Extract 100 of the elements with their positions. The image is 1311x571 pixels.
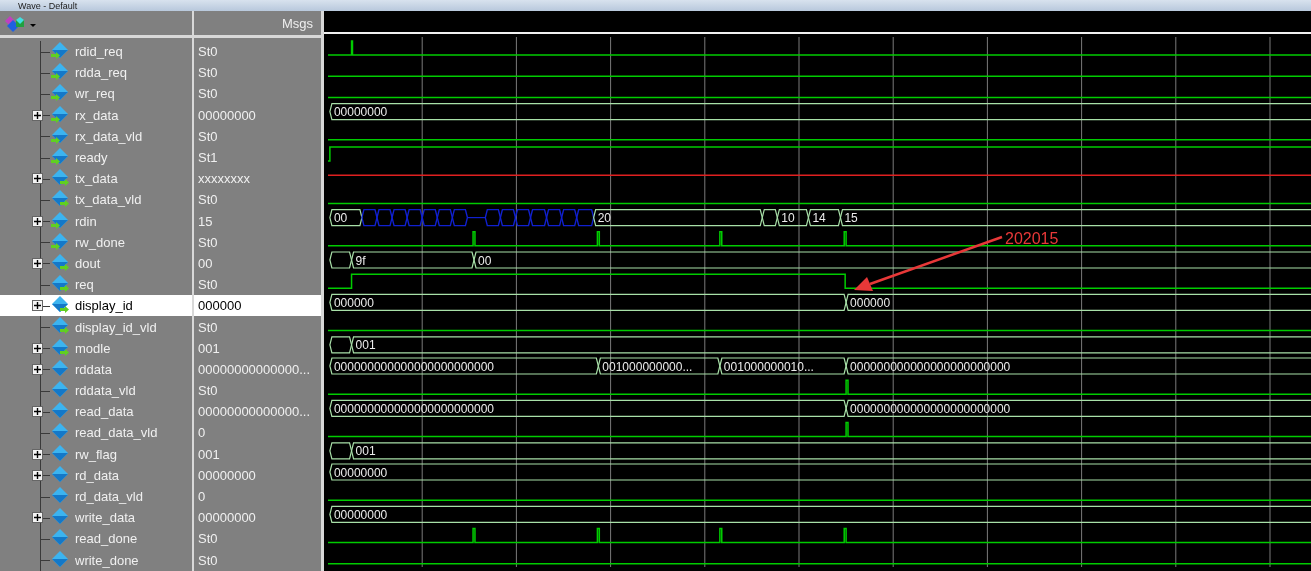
bus-segment [484, 208, 502, 227]
signal-row[interactable]: rx_data_vld [0, 125, 192, 147]
signal-row[interactable]: read_done [0, 528, 192, 550]
signal-name: rddata [75, 361, 112, 377]
window-title: Wave - Default [18, 0, 78, 11]
signal-value: 15 [198, 213, 213, 229]
signal-name: rddata_vld [75, 383, 136, 399]
output-port-icon [50, 168, 70, 189]
bus-segment [451, 208, 469, 227]
signal-value: St0 [198, 65, 218, 81]
signal-value: St0 [198, 552, 218, 568]
output-port-icon [50, 316, 70, 337]
signal-row[interactable]: read_data_vld [0, 422, 192, 444]
signal-name: write_done [75, 552, 139, 568]
signal-row[interactable]: rdda_req [0, 62, 192, 84]
bus-segment: 001000000000... [597, 357, 721, 375]
signal-row[interactable]: display_id_vld [0, 316, 192, 338]
signal-row[interactable]: rx_data [0, 104, 192, 126]
signal-row[interactable]: ready [0, 146, 192, 169]
signal-value: St0 [198, 128, 218, 144]
expand-icon[interactable] [32, 512, 43, 524]
expand-icon[interactable] [32, 109, 43, 121]
signal-icon [50, 443, 70, 464]
output-port-icon [50, 337, 70, 358]
signal-value: 00 [198, 255, 213, 271]
float-line [466, 217, 486, 219]
signal-value: 001 [198, 446, 220, 462]
signal-name: rd_data [75, 467, 120, 483]
signal-value: St0 [198, 44, 218, 60]
signal-row[interactable]: rw_done [0, 231, 192, 253]
signal-value: 00000000 [198, 467, 256, 483]
expand-icon[interactable] [32, 300, 43, 312]
signal-name: rdid_req [75, 44, 123, 60]
bus-segment: 14 [807, 209, 842, 227]
signal-name: read_data_vld [75, 425, 158, 441]
bus-segment [529, 208, 548, 227]
expand-icon[interactable] [32, 342, 43, 354]
expand-icon[interactable] [32, 363, 43, 375]
bus-segment: 000000000000000000000000 [329, 357, 599, 375]
bus-segment: 15 [839, 209, 1311, 227]
signal-row[interactable]: req [0, 274, 192, 296]
bus-segment [575, 208, 595, 227]
signal-row[interactable]: rdid_req [0, 41, 192, 63]
signal-row[interactable]: rdin [0, 210, 192, 232]
expand-icon[interactable] [32, 257, 43, 269]
signal-row[interactable]: rd_data_vld [0, 485, 192, 508]
input-port-icon [50, 210, 70, 231]
signal-name: rw_done [75, 234, 125, 250]
expand-icon[interactable] [32, 448, 43, 460]
signal-row[interactable]: wr_req [0, 83, 192, 105]
output-port-icon [50, 189, 70, 210]
signal-value: St0 [198, 319, 218, 335]
bus-segment: 9f [350, 251, 475, 269]
input-port-icon [50, 231, 70, 252]
signal-name: rd_data_vld [75, 489, 143, 505]
expand-icon[interactable] [32, 406, 43, 418]
expand-icon[interactable] [32, 173, 43, 185]
signal-value: xxxxxxxx [198, 171, 250, 187]
bus-segment [761, 209, 778, 227]
signal-icon [50, 485, 70, 506]
bus-segment: 000000000000000000000000 [845, 399, 1311, 417]
signal-row[interactable]: dout [0, 252, 192, 275]
signal-row[interactable]: read_data [0, 401, 192, 423]
bus-segment: 00 [473, 251, 1311, 269]
signal-row[interactable]: modle [0, 337, 192, 359]
signal-row[interactable]: write_done [0, 549, 192, 571]
bus-segment [421, 208, 438, 227]
bus-segment [329, 336, 353, 354]
annotation-label: 202015 [1005, 230, 1059, 247]
signal-row[interactable]: write_data [0, 507, 192, 529]
signal-row[interactable]: display_id [0, 295, 192, 317]
signal-name: req [75, 277, 94, 293]
signal-name: display_id_vld [75, 319, 157, 335]
signal-value: 00000000000000... [198, 361, 311, 377]
output-port-icon [50, 274, 70, 295]
bus-segment [329, 442, 353, 460]
signal-name: ready [75, 150, 108, 166]
bus-segment: 00000000 [329, 505, 1311, 523]
signal-row[interactable]: rddata_vld [0, 380, 192, 402]
signal-row[interactable]: rw_flag [0, 443, 192, 465]
input-port-icon [50, 41, 70, 61]
signal-row[interactable]: rd_data [0, 464, 192, 486]
bus-segment: 00 [329, 209, 363, 227]
signal-row[interactable]: rddata [0, 358, 192, 380]
expand-icon[interactable] [32, 215, 43, 227]
signal-value: 0 [198, 425, 206, 441]
signal-name: read_data [75, 404, 134, 420]
signal-name: display_id [75, 298, 133, 314]
input-port-icon [50, 62, 70, 83]
bus-segment: 00000000 [329, 103, 1311, 121]
signal-name: rx_data_vld [75, 128, 143, 144]
bus-segment [376, 208, 393, 227]
input-port-icon [50, 146, 70, 167]
expand-icon[interactable] [32, 469, 43, 481]
signal-row[interactable]: tx_data_vld [0, 189, 192, 211]
bus-segment: 20 [593, 209, 763, 227]
bus-segment: 10 [776, 209, 810, 227]
signal-row[interactable]: tx_data [0, 168, 192, 190]
bus-segment: 000000 [845, 293, 1311, 311]
signal-value: St0 [198, 192, 218, 208]
